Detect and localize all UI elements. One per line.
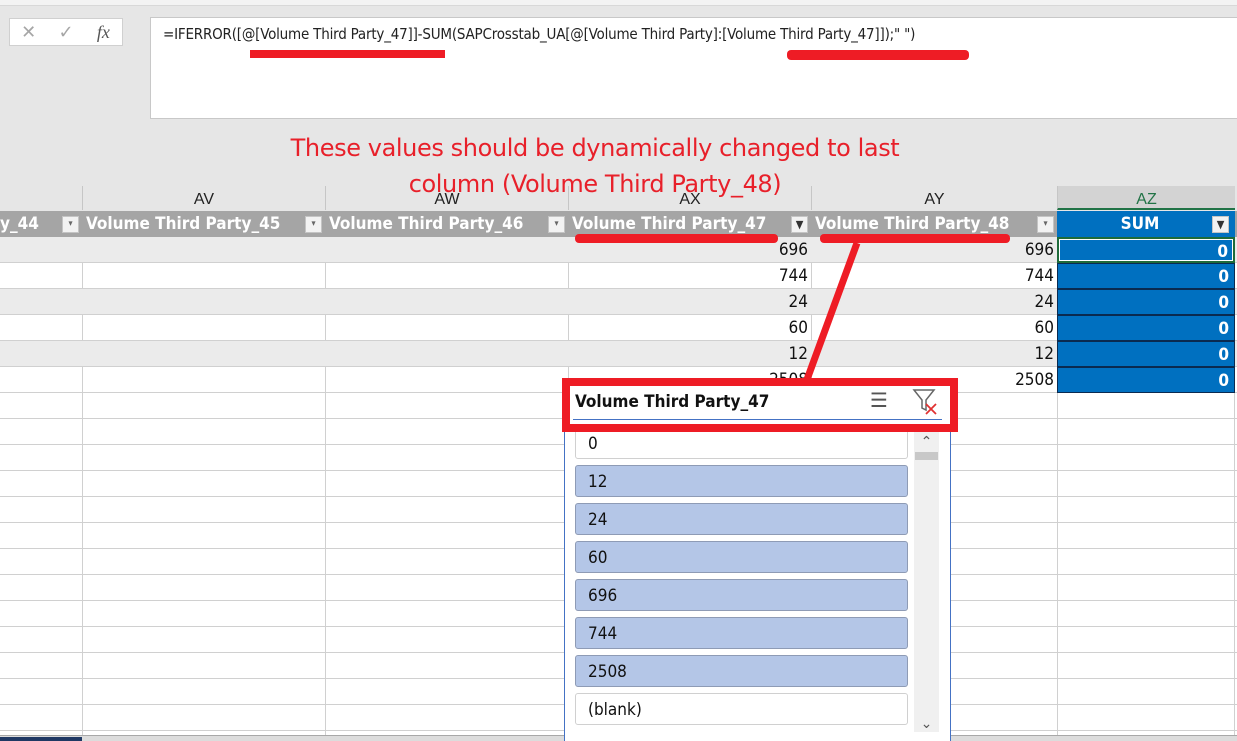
slicer-title: Volume Third Party_47 <box>575 392 770 412</box>
annotation-line-2: column (Volume Third Party_48) <box>408 170 782 198</box>
multi-select-icon[interactable]: ☰ <box>870 388 888 413</box>
excel-window: ✕ ✓ fx =IFERROR([@[Volume Third Party_47… <box>0 0 1237 741</box>
slicer-item[interactable]: 24 <box>575 503 908 535</box>
slicer-item[interactable]: 744 <box>575 617 908 649</box>
scroll-down-icon[interactable]: ⌄ <box>914 714 939 732</box>
slicer-item[interactable]: (blank) <box>575 693 908 725</box>
slicer-item[interactable]: 12 <box>575 465 908 497</box>
slicer-item[interactable]: 2508 <box>575 655 908 687</box>
slicer-scrollbar[interactable]: ⌃ ⌄ <box>914 432 939 732</box>
clear-filter-icon[interactable] <box>910 386 940 416</box>
scroll-thumb[interactable] <box>915 452 938 460</box>
slicer-header: Volume Third Party_47 ☰ <box>562 378 958 432</box>
annotation-line-1: These values should be dynamically chang… <box>290 134 900 162</box>
scroll-up-icon[interactable]: ⌃ <box>914 432 939 450</box>
slicer-divider <box>573 419 942 420</box>
annotation-text: These values should be dynamically chang… <box>270 130 920 202</box>
slicer-item[interactable]: 696 <box>575 579 908 611</box>
slicer-item[interactable]: 60 <box>575 541 908 573</box>
